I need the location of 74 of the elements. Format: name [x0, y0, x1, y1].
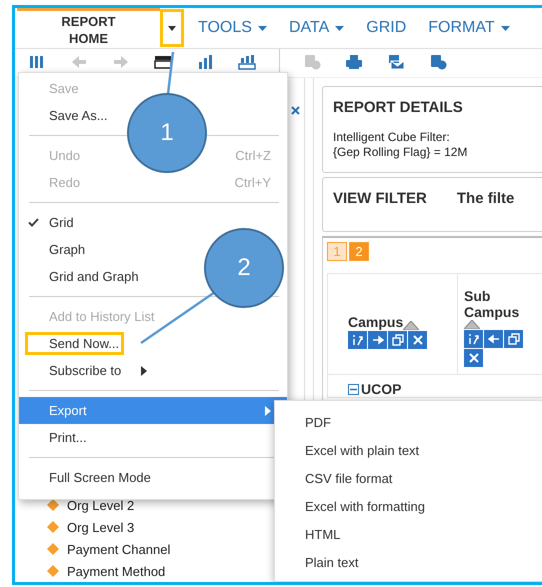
shortcut-text: Ctrl+Y [234, 175, 271, 190]
close-icon[interactable] [291, 106, 300, 115]
card-title: REPORT DETAILS [333, 99, 464, 116]
grid-button[interactable] [153, 53, 173, 71]
menu-tab[interactable]: TOOLS [190, 19, 275, 37]
pivot-icon [352, 334, 364, 346]
menu-tab[interactable]: FORMAT [420, 19, 518, 37]
menu-item[interactable]: HTML [275, 521, 542, 549]
menu-item[interactable]: Full Screen Mode [25, 466, 156, 489]
menu-item[interactable]: CSV file format [275, 465, 542, 493]
caret-icon [500, 26, 510, 30]
arrow-icon [70, 54, 88, 70]
email-button[interactable] [386, 53, 406, 71]
row-header: UCOP [361, 381, 402, 397]
window-icon [392, 334, 404, 346]
diamond-icon [47, 521, 59, 533]
menu-item[interactable]: Print... [25, 426, 92, 449]
attribute-item[interactable]: Payment Method [67, 564, 166, 578]
shortcut-text: Ctrl+Z [235, 148, 271, 163]
window-icon [508, 333, 520, 345]
pivot-button[interactable] [464, 330, 483, 348]
filter-text: {Gep Rolling Flag} = 12M [333, 145, 468, 160]
envelope-icon [387, 54, 405, 70]
menu-tab[interactable]: DATA [280, 19, 352, 37]
pivot-icon [468, 333, 480, 345]
menu-item[interactable]: Plain text [275, 549, 542, 577]
printer-icon [345, 54, 363, 70]
bar-chart-icon [238, 54, 256, 70]
caret-icon [258, 26, 267, 30]
menu-item[interactable]: Grid and Graph [25, 265, 144, 288]
submenu-arrow-icon [141, 366, 147, 376]
check-icon [28, 218, 39, 227]
leader-line [166, 52, 174, 94]
sort-icon[interactable] [403, 320, 420, 330]
diamond-icon [47, 565, 59, 577]
pivot-button[interactable] [348, 330, 367, 348]
menu-item[interactable]: Subscribe to [25, 359, 152, 382]
attribute-item[interactable]: Payment Channel [67, 542, 170, 556]
remove-button[interactable] [408, 330, 427, 348]
menu-item[interactable]: Excel with formatting [275, 493, 542, 521]
move-right-button[interactable] [368, 330, 387, 348]
collapse-icon[interactable] [348, 384, 359, 394]
menu-item[interactable]: Graph [25, 238, 90, 261]
dropdown-button[interactable] [160, 9, 184, 47]
menu-item[interactable]: Save As... [25, 104, 113, 127]
print-button[interactable] [344, 53, 364, 71]
close-icon [412, 334, 424, 346]
left-arrow-icon [488, 333, 500, 345]
menu-tab[interactable]: GRID [358, 19, 414, 37]
filter-text: The filte [456, 190, 514, 209]
move-left-button[interactable] [484, 330, 503, 348]
menu-item[interactable]: Grid [25, 211, 79, 234]
attribute-item[interactable]: Org Level 2 [67, 498, 134, 512]
table-icon [154, 54, 172, 70]
menu-item[interactable]: Excel with plain text [275, 437, 542, 465]
caret-icon [335, 26, 344, 30]
window-button[interactable] [504, 330, 523, 348]
column-header: Campus [348, 314, 404, 330]
remove-button[interactable] [464, 349, 483, 367]
right-arrow-icon [372, 334, 384, 346]
caret-icon [168, 26, 176, 30]
card-title: VIEW FILTER [333, 190, 427, 209]
columns-icon [28, 54, 46, 70]
diamond-icon [47, 543, 59, 555]
menu-item[interactable]: Send Now... [25, 332, 124, 355]
window-button[interactable] [388, 330, 407, 348]
attribute-item[interactable]: Org Level 3 [67, 520, 134, 534]
grid-graph-button[interactable] [237, 53, 257, 71]
arrow-icon [112, 54, 130, 70]
column-header: Sub Campus [464, 288, 520, 320]
submenu-arrow-icon [265, 406, 271, 416]
filter-text: Intelligent Cube Filter: [333, 130, 451, 145]
close-icon [468, 352, 480, 364]
bar-chart-icon [196, 54, 214, 70]
